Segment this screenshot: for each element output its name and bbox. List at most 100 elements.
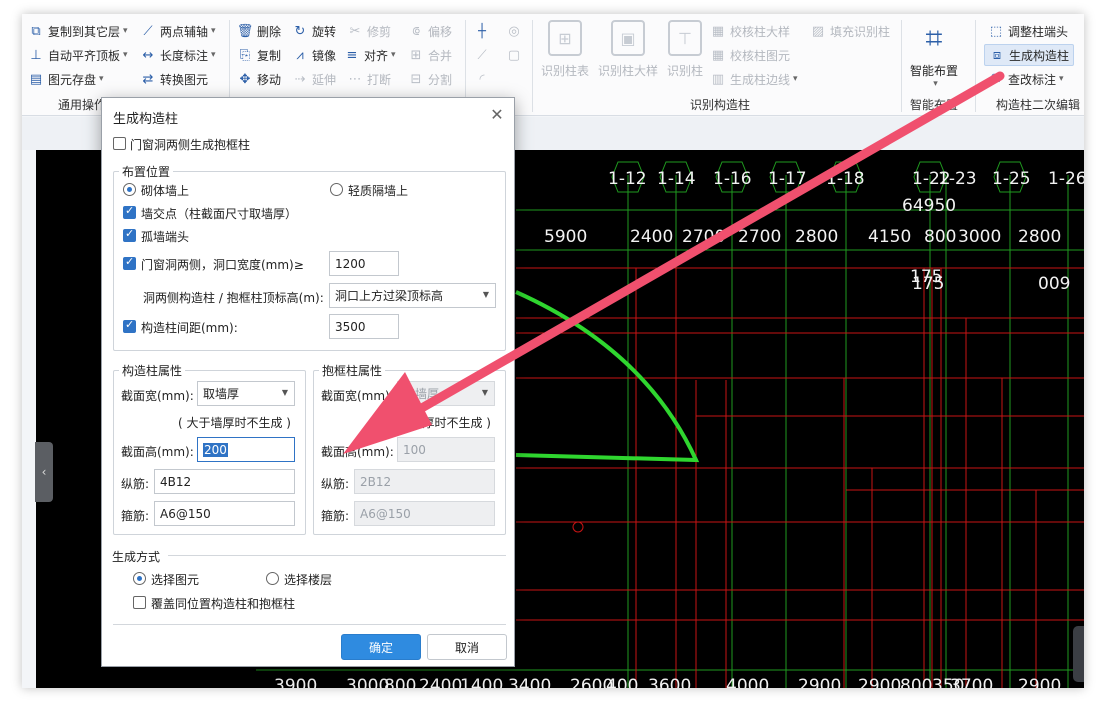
light-partition-label: 轻质隔墙上 — [348, 184, 409, 198]
top-elevation-select[interactable]: 洞口上方过梁顶标高 ▼ — [329, 283, 496, 308]
divider — [113, 624, 506, 625]
column-label: 175 — [912, 274, 944, 294]
overwrite-label: 覆盖同位置构造柱和抱框柱 — [151, 597, 296, 611]
dimension-label: 5900 — [544, 227, 587, 247]
dimension-label: 3600 — [648, 676, 691, 688]
edit-label-icon: ✎ — [990, 71, 1002, 87]
overwrite-checkbox[interactable] — [133, 596, 146, 609]
total-dimension: 64950 — [902, 196, 956, 216]
length-dimension-button[interactable]: ↔ 长度标注 — [140, 44, 216, 66]
light-partition-radio[interactable] — [330, 183, 343, 196]
group-label-smart: 智能布置 — [910, 98, 959, 112]
mirror-icon: ⩘ — [296, 47, 304, 63]
opening-width-input[interactable]: 1200 — [329, 251, 399, 276]
fill-identify-column-button[interactable]: ▨ 填充识别柱 — [810, 20, 890, 42]
col-height-label: 截面高(mm): — [121, 445, 194, 459]
dimension-label: 800 — [384, 676, 416, 688]
smart-layout-icon: ⌗ — [925, 20, 943, 56]
column-spacing-input[interactable]: 3500 — [329, 314, 399, 339]
edit-label-button[interactable]: ✎ 查改标注 — [988, 68, 1064, 90]
smart-layout-button[interactable]: ⌗ 智能布置 — [906, 20, 962, 89]
col-height-input[interactable]: 200 — [197, 437, 295, 462]
col-stirrup-input[interactable]: A6@150 — [154, 501, 295, 526]
col-width-select[interactable]: 取墙厚 ▼ — [197, 381, 295, 406]
dimension-label: 3000 — [958, 227, 1001, 247]
identify-column-table-button[interactable]: ⊞ 识别柱表 — [536, 20, 594, 79]
axis-label: 1-23 — [938, 169, 977, 189]
generate-column-edge-button[interactable]: ▥ 生成柱边线 — [710, 68, 798, 90]
trash-icon: 🗑 — [236, 23, 254, 39]
copy-icon: ⎘ — [239, 47, 251, 63]
split-button[interactable]: ⊟ 分割 — [408, 68, 452, 90]
column-table-icon: ⊞ — [548, 20, 582, 56]
select-floor-radio[interactable] — [266, 572, 279, 585]
check-column-element-button[interactable]: ▦ 校核柱图元 — [710, 44, 790, 66]
dimension-label: 3000 — [346, 676, 389, 688]
right-panel-handle[interactable] — [1073, 626, 1084, 682]
ribbon-separator — [532, 20, 533, 112]
two-point-axis-button[interactable]: ⟋ 两点辅轴 — [140, 20, 216, 42]
rotate-button[interactable]: ↻ 旋转 — [292, 20, 336, 42]
copy-button[interactable]: ⎘ 复制 — [237, 44, 281, 66]
col-width-label: 截面宽(mm): — [121, 389, 194, 403]
placement-legend: 布置位置 — [119, 163, 174, 180]
ok-button[interactable]: 确定 — [341, 634, 421, 660]
line-tool-button[interactable]: ⟋ — [474, 44, 494, 66]
merge-button[interactable]: ⊞ 合并 — [408, 44, 452, 66]
close-icon[interactable]: ✕ — [488, 106, 506, 124]
identify-column-icon: ⊤ — [668, 20, 702, 56]
frame-width-select: 取墙厚 ▼ — [397, 381, 495, 406]
identify-column-detail-button[interactable]: ▣ 识别柱大样 — [596, 20, 660, 79]
axis-label: 1-26 — [1048, 169, 1084, 189]
arc-icon: ◜ — [479, 71, 485, 87]
masonry-wall-radio[interactable] — [123, 183, 136, 196]
save-element-icon: ▤ — [29, 71, 43, 87]
adjust-column-end-button[interactable]: ⬚ 调整柱端头 — [988, 20, 1068, 42]
ribbon-separator — [975, 20, 976, 112]
check-column-detail-button[interactable]: ▦ 校核柱大样 — [710, 20, 790, 42]
dimension-label: 2700 — [738, 227, 781, 247]
group-label-identify: 识别构造柱 — [690, 98, 751, 112]
offset-button[interactable]: ⟃ 偏移 — [408, 20, 452, 42]
axis-label: 1-16 — [713, 169, 752, 189]
dimension-label: 3700 — [950, 676, 993, 688]
col-long-bar-input[interactable]: 4B12 — [154, 469, 295, 494]
isolated-wall-end-checkbox[interactable] — [123, 227, 136, 242]
trim-button[interactable]: ✂ 修剪 — [347, 20, 391, 42]
identify-column-button[interactable]: ⊤ 识别柱 — [660, 20, 710, 79]
delete-button[interactable]: 🗑 删除 — [237, 20, 281, 42]
two-point-axis-icon: ⟋ — [143, 23, 153, 39]
wall-intersection-checkbox[interactable] — [123, 204, 136, 219]
col-long-bar-label: 纵筋: — [121, 477, 150, 491]
dimension-label: 2900 — [798, 676, 841, 688]
split-icon: ⊟ — [410, 71, 422, 87]
point-tool-button[interactable]: ┼ — [474, 20, 494, 42]
door-window-frame-checkbox[interactable] — [113, 137, 126, 150]
move-button[interactable]: ✥ 移动 — [237, 68, 281, 90]
cancel-button[interactable]: 取消 — [427, 634, 507, 660]
generate-construct-column-button[interactable]: ⧈ 生成构造柱 — [984, 44, 1075, 66]
wall-intersection-label: 墙交点（柱截面尺寸取墙厚） — [141, 207, 298, 221]
save-element-button[interactable]: ▤ 图元存盘 — [28, 68, 104, 90]
align-button[interactable]: ≡ 对齐 — [344, 44, 396, 66]
dropdown-arrow-icon: ▼ — [281, 388, 288, 397]
axis-label: 1-25 — [992, 169, 1031, 189]
select-element-radio[interactable] — [133, 572, 146, 585]
copy-to-other-floor-button[interactable]: ⧉ 复制到其它层 — [28, 20, 128, 42]
mirror-button[interactable]: ⩘ 镜像 — [292, 44, 336, 66]
column-spacing-checkbox[interactable] — [123, 318, 136, 333]
rect-tool-button[interactable]: ▢ — [506, 44, 526, 66]
break-button[interactable]: ⋯ 打断 — [347, 68, 392, 90]
convert-element-button[interactable]: ⇄ 转换图元 — [140, 68, 208, 90]
auto-align-slab-button[interactable]: ⊥ 自动平齐顶板 — [28, 44, 128, 66]
dimension-label: 800 — [924, 227, 956, 247]
circle-tool-button[interactable]: ◎ — [506, 20, 526, 42]
opening-sides-checkbox[interactable] — [123, 255, 136, 270]
ribbon-separator — [901, 20, 902, 112]
axis-label: 1-17 — [768, 169, 807, 189]
collapse-panel-button[interactable]: ‹ — [35, 442, 53, 502]
dropdown-arrow-icon: ▼ — [482, 290, 489, 299]
arc-tool-button[interactable]: ◜ — [474, 68, 494, 90]
extend-button[interactable]: ⇢ 延伸 — [292, 68, 336, 90]
col-width-note: ( 大于墙厚时不生成 ) — [178, 416, 291, 430]
